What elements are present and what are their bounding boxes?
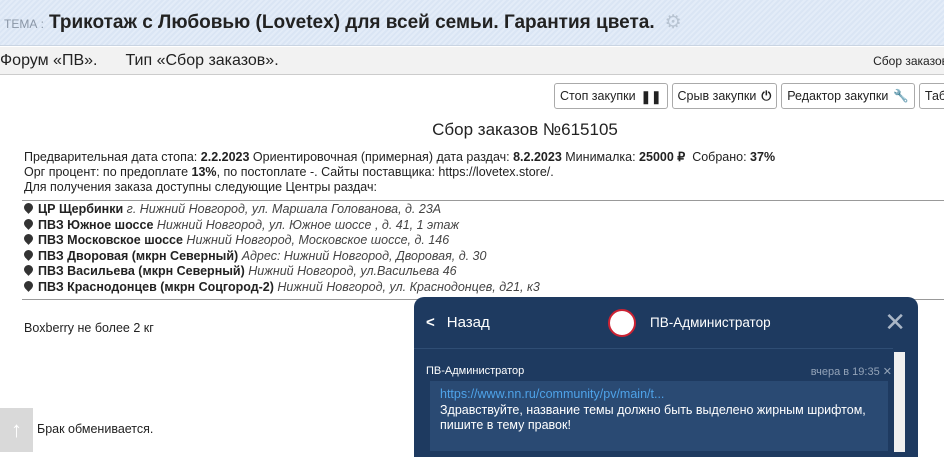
- page-title: Сбор заказов №615105: [432, 120, 618, 139]
- purchase-info: Предварительная дата стопа: 2.2.2023 Ори…: [24, 150, 775, 195]
- pickup-point: ЦР Щербинки г. Нижний Новгород, ул. Марш…: [22, 201, 944, 218]
- point-name: ПВЗ Краснодонцев (мкрн Соцгород-2): [38, 279, 274, 294]
- button-label: Таблица: [924, 89, 944, 103]
- stop-label: Предварительная дата стопа:: [24, 150, 198, 164]
- point-name: ПВЗ Южное шоссе: [38, 217, 154, 232]
- collected-value: 37%: [750, 150, 776, 164]
- map-marker-icon: [22, 263, 35, 276]
- map-marker-icon: [22, 278, 35, 292]
- point-address: Нижний Новгород, ул. Краснодонцев, д21, …: [277, 279, 540, 294]
- collected-label: Собрано:: [692, 150, 747, 164]
- button-label: Редактор закупки: [787, 89, 889, 103]
- stop-purchase-button[interactable]: Стоп закупки ❚❚: [554, 83, 668, 109]
- back-label: Назад: [446, 314, 490, 331]
- message-sender: ПВ-Администратор: [426, 365, 525, 377]
- purchase-editor-button[interactable]: Редактор закупки 🔧: [781, 83, 915, 109]
- gear-icon[interactable]: ⚙: [665, 11, 682, 34]
- point-name: ЦР Щербинки: [38, 202, 124, 216]
- back-button[interactable]: < Назад: [426, 314, 490, 331]
- org-label: Орг процент: по предоплате: [24, 165, 189, 179]
- wrench-icon: 🔧: [893, 88, 909, 103]
- close-icon[interactable]: ✕: [884, 309, 906, 335]
- map-marker-icon: [22, 232, 35, 245]
- table-button[interactable]: Таблица: [918, 83, 944, 109]
- centers-label: Для получения заказа доступны следующие …: [24, 180, 377, 194]
- map-marker-icon: [22, 247, 35, 261]
- pickup-point: ПВЗ Дворовая (мкрн Северный) Адрес: Нижн…: [22, 247, 944, 265]
- pickup-points-list: ЦР Щербинки г. Нижний Новгород, ул. Марш…: [22, 200, 944, 300]
- forum-bar: Форум «ПВ». Тип «Сбор заказов». Сбор зак…: [0, 47, 944, 75]
- button-label: Стоп закупки: [560, 89, 636, 103]
- chat-panel: < Назад ПВ-Администратор ✕ ПВ-Администрат…: [414, 297, 918, 457]
- forum-right-text: Сбор заказов: [873, 53, 944, 68]
- map-marker-icon: [22, 201, 35, 214]
- stop-date: 2.2.2023: [200, 150, 250, 164]
- point-name: ПВЗ Дворовая (мкрн Северный): [38, 248, 239, 263]
- point-name: ПВЗ Васильева (мкрн Северный): [38, 264, 245, 278]
- map-marker-icon: [22, 216, 35, 230]
- pickup-point: ПВЗ Южное шоссе Нижний Новгород, ул. Южн…: [22, 216, 944, 234]
- chevron-left-icon: <: [426, 314, 435, 331]
- message-bubble: https://www.nn.ru/community/pv/main/t...…: [430, 381, 888, 451]
- scroll-top-button[interactable]: ↑: [0, 408, 33, 452]
- message-link[interactable]: https://www.nn.ru/community/pv/main/t...: [440, 387, 878, 403]
- org-percent: 13%: [191, 165, 217, 179]
- topic-label: ТЕМА :: [4, 17, 45, 31]
- point-name: ПВЗ Московское шоссе: [38, 233, 183, 247]
- pause-icon: ❚❚: [640, 89, 662, 104]
- pickup-point: ПВЗ Васильева (мкрн Северный) Нижний Нов…: [22, 263, 944, 280]
- type-link[interactable]: Тип «Сбор заказов».: [125, 52, 278, 70]
- chat-header: < Назад ПВ-Администратор: [414, 297, 893, 349]
- min-label: Минималка:: [565, 150, 636, 164]
- point-address: Нижний Новгород, ул. Южное шоссе , д. 41…: [156, 217, 460, 232]
- point-address: Нижний Новгород, Московское шоссе, д. 14…: [186, 233, 450, 247]
- dist-date: 8.2.2023: [513, 150, 562, 164]
- chat-scrollbar[interactable]: [894, 352, 905, 452]
- forum-link[interactable]: Форум «ПВ».: [0, 52, 97, 70]
- min-value: 25000 ₽: [639, 150, 686, 164]
- time-text: вчера в 19:35: [810, 366, 880, 378]
- message-text: Здравствуйте, название темы должно быть …: [440, 402, 866, 433]
- point-address: Адрес: Нижний Новгород, Дворовая, д. 30: [241, 248, 487, 263]
- point-address: г. Нижний Новгород, ул. Маршала Головано…: [126, 202, 442, 216]
- message: ПВ-Администратор вчера в 19:35 ✕ https:/…: [414, 355, 904, 455]
- chat-title: ПВ-Администратор: [650, 315, 771, 330]
- power-icon: ⏻: [761, 88, 772, 103]
- boxberry-note: Boxberry не более 2 кг: [24, 321, 154, 335]
- defect-note: Брак обменивается.: [37, 422, 154, 436]
- button-label: Срыв закупки: [677, 89, 757, 103]
- arrow-up-icon: ↑: [11, 417, 22, 442]
- message-time: вчера в 19:35 ✕: [811, 365, 892, 378]
- topic-title: Трикотаж с Любовью (Lovetex) для всей се…: [49, 11, 655, 33]
- avatar: [608, 309, 636, 337]
- topic-header: ТЕМА : Трикотаж с Любовью (Lovetex) для …: [0, 0, 944, 46]
- cancel-purchase-button[interactable]: Срыв закупки ⏻: [671, 83, 778, 109]
- org-rest: , по постоплате -. Сайты поставщика: htt…: [216, 165, 554, 179]
- pickup-point: ПВЗ Краснодонцев (мкрн Соцгород-2) Нижни…: [22, 278, 944, 296]
- dist-label: Ориентировочная (примерная) дата раздач:: [252, 150, 510, 164]
- toolbar: Стоп закупки ❚❚ Срыв закупки ⏻ Редактор за…: [554, 83, 944, 109]
- pickup-point: ПВЗ Московское шоссе Нижний Новгород, Мо…: [22, 232, 944, 249]
- point-address: Нижний Новгород, ул.Васильева 46: [248, 264, 457, 278]
- delete-icon[interactable]: ✕: [883, 366, 892, 378]
